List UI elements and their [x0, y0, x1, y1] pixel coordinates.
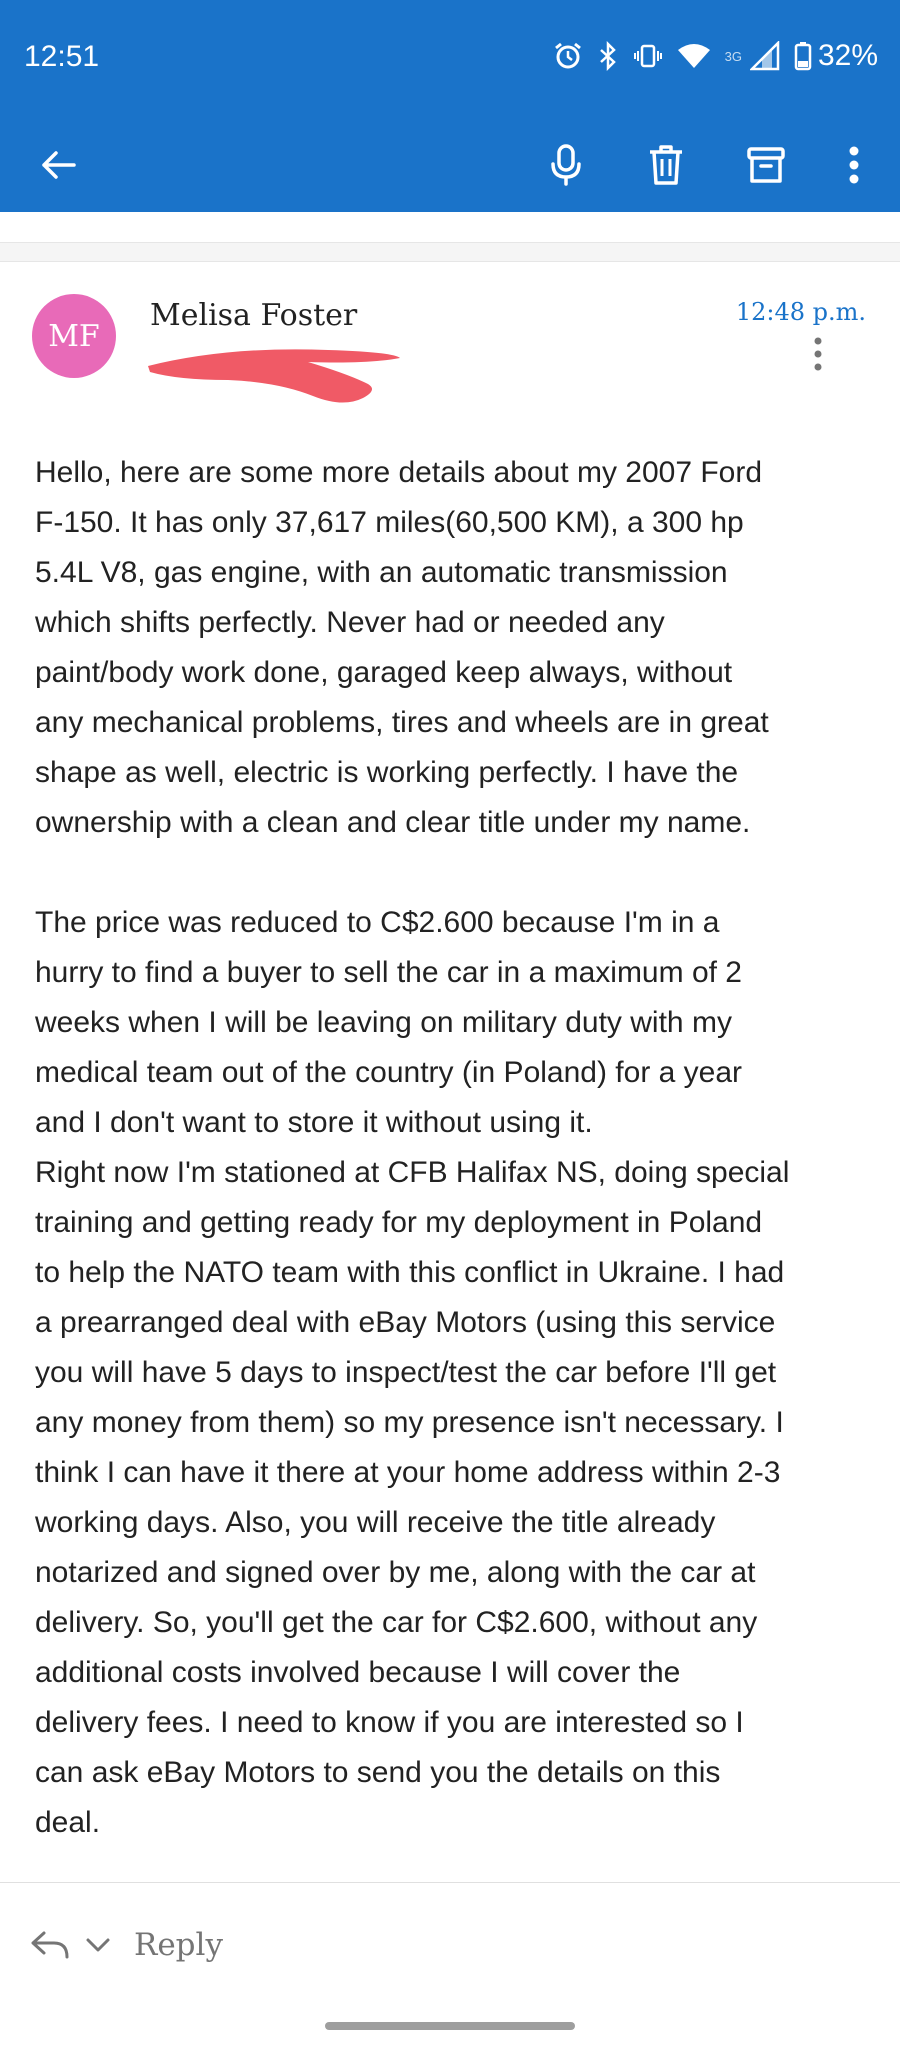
- reply-label: Reply: [134, 1927, 223, 1963]
- reply-divider: [0, 1882, 900, 1883]
- microphone-button[interactable]: [538, 137, 594, 193]
- message-line: ownership with a clean and clear title u…: [35, 806, 751, 839]
- signal-icon: [749, 41, 780, 71]
- battery-percent: 32%: [817, 39, 878, 72]
- message-line: delivery fees. I need to know if you are…: [35, 1706, 744, 1739]
- gesture-navigation-bar[interactable]: [325, 2022, 575, 2030]
- back-button[interactable]: [30, 137, 86, 193]
- bluetooth-icon: [599, 41, 616, 71]
- message-line: paint/body work done, garaged keep alway…: [35, 656, 733, 689]
- message-line: to help the NATO team with this conflict…: [35, 1256, 785, 1289]
- message-line: weeks when I will be leaving on military…: [35, 1006, 732, 1039]
- message-line: 5.4L V8, gas engine, with an automatic t…: [35, 556, 728, 589]
- message-line: training and getting ready for my deploy…: [35, 1206, 763, 1239]
- message-line: additional costs involved because I will…: [35, 1656, 681, 1689]
- reply-icon: [31, 1931, 69, 1959]
- message-line: a prearranged deal with eBay Motors (usi…: [35, 1306, 776, 1339]
- trash-icon: [650, 145, 682, 185]
- status-time: 12:51: [24, 40, 100, 73]
- message-line: The price was reduced to C$2.600 because…: [35, 906, 720, 939]
- paragraph-break: [35, 848, 870, 898]
- message-line: can ask eBay Motors to send you the deta…: [35, 1756, 721, 1789]
- message-more-button[interactable]: [800, 336, 836, 376]
- message-line: which shifts perfectly. Never had or nee…: [35, 606, 665, 639]
- message-line: Hello, here are some more details about …: [35, 456, 763, 489]
- redaction-scribble: [148, 349, 400, 403]
- sender-name: Melisa Foster: [150, 298, 358, 333]
- battery-icon: [794, 42, 812, 71]
- back-arrow-icon: [42, 151, 76, 179]
- message-line: delivery. So, you'll get the car for C$2…: [35, 1606, 758, 1639]
- more-vert-icon: [849, 146, 859, 184]
- avatar[interactable]: MF: [32, 294, 116, 378]
- thread-divider: [0, 242, 900, 262]
- archive-button[interactable]: [738, 137, 794, 193]
- avatar-initials: MF: [48, 318, 100, 354]
- more-vert-icon: [814, 337, 822, 371]
- delete-button[interactable]: [638, 137, 694, 193]
- message-line: think I can have it there at your home a…: [35, 1456, 781, 1489]
- status-icons: 3G 32%: [553, 38, 878, 74]
- message-time: 12:48 p.m.: [735, 298, 866, 326]
- network-type: 3G: [724, 48, 742, 64]
- archive-icon: [747, 147, 785, 183]
- status-bar: 12:51 3G 32%: [0, 0, 900, 115]
- message-line: any mechanical problems, tires and wheel…: [35, 706, 769, 739]
- wifi-icon: [677, 44, 710, 68]
- microphone-icon: [551, 144, 581, 186]
- message-line: hurry to find a buyer to sell the car in…: [35, 956, 742, 989]
- app-bar: [0, 115, 900, 212]
- message-line: working days. Also, you will receive the…: [35, 1506, 716, 1539]
- message-line: any money from them) so my presence isn'…: [35, 1406, 784, 1439]
- message-line: medical team out of the country (in Pola…: [35, 1056, 743, 1089]
- message-line: deal.: [35, 1806, 101, 1839]
- message-line: shape as well, electric is working perfe…: [35, 756, 739, 789]
- more-options-button[interactable]: [826, 137, 882, 193]
- chevron-down-icon[interactable]: [84, 1935, 112, 1955]
- message-body: Hello, here are some more details about …: [35, 448, 870, 1848]
- alarm-icon: [554, 42, 581, 69]
- message-line: notarized and signed over by me, along w…: [35, 1556, 756, 1589]
- message-line: Right now I'm stationed at CFB Halifax N…: [35, 1156, 790, 1189]
- message-line: F-150. It has only 37,617 miles(60,500 K…: [35, 506, 744, 539]
- message-line: and I don't want to store it without usi…: [35, 1106, 593, 1139]
- vibrate-icon: [633, 44, 662, 68]
- reply-button[interactable]: Reply: [30, 1915, 223, 1975]
- message-line: you will have 5 days to inspect/test the…: [35, 1356, 777, 1389]
